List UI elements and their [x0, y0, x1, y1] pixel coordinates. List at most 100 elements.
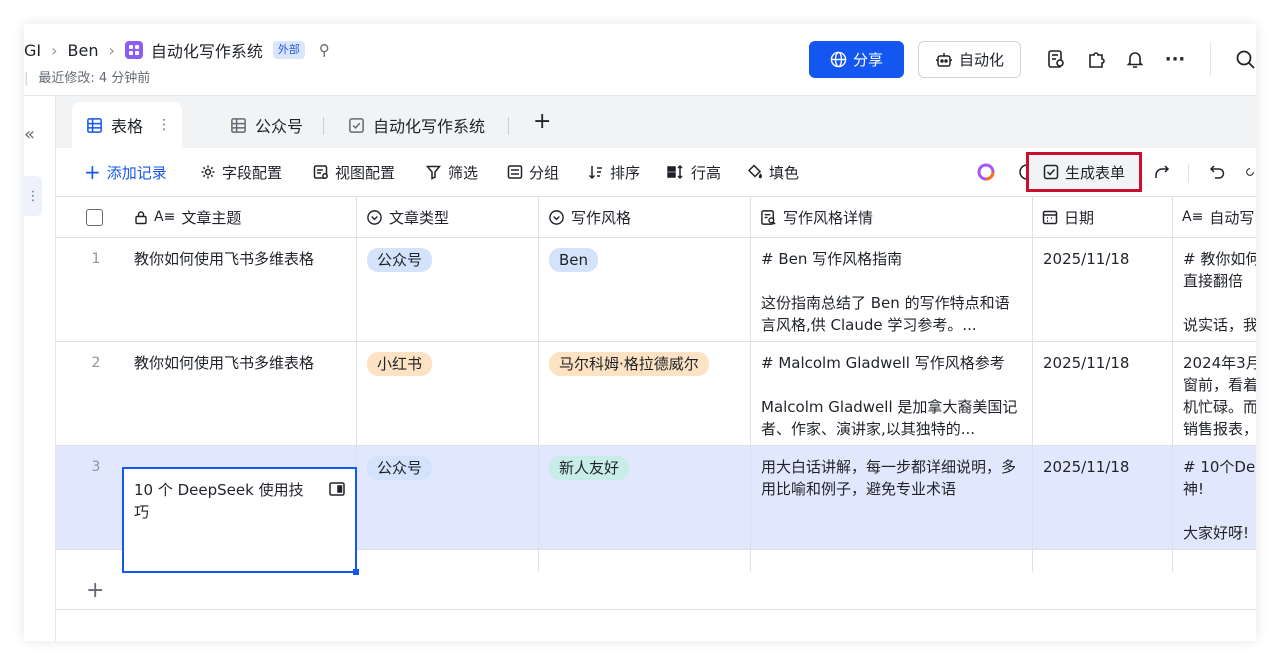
fill-color-label: 填色 — [769, 163, 800, 182]
cell-style[interactable]: Ben — [539, 238, 751, 341]
select-all-checkbox[interactable] — [86, 208, 106, 226]
column-header-style[interactable]: 写作风格 — [540, 197, 750, 237]
column-label: 写作风格详情 — [783, 208, 874, 227]
cell-style[interactable]: 新人友好 — [539, 446, 751, 549]
cell-topic[interactable]: 教你如何使用飞书多维表格 — [124, 238, 356, 341]
tab-automation-system[interactable]: 自动化写作系统 — [348, 102, 485, 148]
document-list-icon[interactable] — [1045, 48, 1067, 70]
column-divider[interactable] — [538, 196, 539, 572]
divider — [508, 117, 509, 135]
add-row-icon[interactable]: + — [86, 578, 104, 603]
single-select-icon — [366, 209, 383, 226]
add-record-button[interactable]: + 添加记录 — [84, 161, 167, 183]
tab-table[interactable]: 表格 ⋮ — [72, 102, 182, 148]
group-button[interactable]: 分组 — [507, 161, 559, 183]
auto-line: 说实话，我 — [1183, 316, 1256, 334]
breadcrumb-item-ben[interactable]: Ben — [68, 41, 99, 60]
plugin-icon[interactable] — [1085, 48, 1107, 70]
cell-detail[interactable]: # Ben 写作风格指南 这份指南总结了 Ben 的写作特点和语言风格,供 Cl… — [751, 238, 1033, 341]
divider — [1210, 42, 1211, 76]
share-out-icon[interactable] — [1151, 161, 1173, 183]
cell-auto[interactable]: # 10个Dee 神! 大家好呀! — [1173, 446, 1256, 549]
cell-detail[interactable]: # Malcolm Gladwell 写作风格参考 Malcolm Gladwe… — [751, 342, 1033, 445]
column-header-type[interactable]: 文章类型 — [358, 197, 538, 237]
row-height-button[interactable]: 行高 — [667, 161, 721, 183]
column-label: 日期 — [1064, 208, 1095, 227]
paint-bucket-icon — [747, 164, 763, 180]
table-row[interactable]: 2 教你如何使用飞书多维表格 小红书 马尔科姆·格拉德威尔 # Malcolm … — [56, 342, 1256, 446]
tab-gongzhonghao[interactable]: 公众号 — [230, 102, 303, 148]
cell-topic[interactable]: 教你如何使用飞书多维表格 — [124, 342, 356, 445]
add-row-bar[interactable]: + — [56, 572, 1256, 610]
undo-icon[interactable] — [1206, 161, 1228, 183]
cell-type[interactable]: 公众号 — [357, 238, 539, 341]
tab-more-icon[interactable]: ⋮ — [157, 117, 171, 133]
redo-icon[interactable] — [1244, 161, 1256, 183]
share-button[interactable]: 分享 — [809, 41, 904, 78]
divider — [323, 117, 324, 135]
breadcrumb: GI › Ben › 自动化写作系统 外部 ⚲ — [24, 38, 330, 62]
top-header: GI › Ben › 自动化写作系统 外部 ⚲ | 最近修改: 4 分钟前 分享 … — [24, 24, 1256, 96]
field-config-label: 字段配置 — [222, 163, 283, 182]
tag-chip: Ben — [549, 248, 599, 272]
document-title[interactable]: 自动化写作系统 — [151, 38, 263, 62]
cell-date[interactable]: 2025/11/18 — [1033, 446, 1173, 549]
auto-line: 2024年3月 — [1183, 354, 1256, 372]
lock-icon — [134, 210, 148, 225]
generate-form-button[interactable]: 生成表单 — [1026, 152, 1142, 192]
search-icon[interactable] — [1234, 48, 1256, 70]
detail-heading: # Ben 写作风格指南 — [761, 250, 903, 268]
cell-type[interactable]: 公众号 — [357, 446, 539, 549]
chevron-right-icon: › — [108, 40, 115, 60]
field-config-button[interactable]: 字段配置 — [200, 161, 282, 183]
grid-table-icon — [230, 117, 247, 134]
automation-button[interactable]: 自动化 — [918, 41, 1021, 78]
group-icon — [507, 164, 523, 180]
bell-icon[interactable] — [1124, 48, 1146, 70]
sidebar-handle-icon[interactable]: ⋮ — [24, 176, 42, 216]
sort-label: 排序 — [610, 163, 641, 182]
filter-label: 筛选 — [448, 163, 479, 182]
column-divider[interactable] — [750, 196, 751, 572]
filter-button[interactable]: 筛选 — [426, 161, 478, 183]
detail-body: 这份指南总结了 Ben 的写作特点和语言风格,供 Claude 学习参考。... — [761, 294, 1010, 334]
column-header-date[interactable]: 日期 — [1034, 197, 1172, 237]
app-window: GI › Ben › 自动化写作系统 外部 ⚲ | 最近修改: 4 分钟前 分享 … — [24, 24, 1256, 641]
cell-topic-focused[interactable]: 10 个 DeepSeek 使用技巧 — [122, 467, 359, 575]
automation-label: 自动化 — [958, 51, 1004, 69]
column-label: 写作风格 — [571, 208, 632, 227]
column-header-topic[interactable]: A≡ 文章主题 — [126, 197, 356, 237]
cell-detail[interactable]: 用大白话讲解，每一步都详细说明，多用比喻和例子，避免专业术语 — [751, 446, 1033, 549]
collapse-sidebar-icon[interactable]: « — [24, 124, 35, 145]
column-divider[interactable] — [1172, 196, 1173, 572]
table-row[interactable]: 1 教你如何使用飞书多维表格 公众号 Ben # Ben 写作风格指南 这份指南… — [56, 238, 1256, 342]
cell-topic-text[interactable]: 10 个 DeepSeek 使用技巧 — [124, 469, 355, 533]
cell-auto[interactable]: 2024年3月 窗前，看着 机忙碌。而 销售报表， — [1173, 342, 1256, 445]
tag-chip: 公众号 — [367, 456, 433, 480]
pin-icon[interactable]: ⚲ — [319, 41, 330, 59]
add-record-label: 添加记录 — [106, 163, 167, 182]
auto-line: 大家好呀! — [1183, 524, 1250, 542]
more-icon[interactable]: ··· — [1164, 48, 1186, 70]
column-header-detail[interactable]: 写作风格详情 — [752, 197, 1032, 237]
expand-record-icon[interactable] — [329, 481, 345, 500]
sort-button[interactable]: 排序 — [588, 161, 640, 183]
column-label: 文章类型 — [389, 208, 450, 227]
cell-date[interactable]: 2025/11/18 — [1033, 342, 1173, 445]
add-view-button[interactable]: + — [533, 111, 551, 133]
fill-color-button[interactable]: 填色 — [747, 161, 799, 183]
generate-form-label: 生成表单 — [1064, 163, 1125, 182]
ai-assistant-icon[interactable] — [975, 161, 997, 183]
column-divider[interactable] — [1032, 196, 1033, 572]
breadcrumb-item-root[interactable]: GI — [24, 41, 41, 60]
chevron-right-icon: › — [51, 40, 58, 60]
cell-style[interactable]: 马尔科姆·格拉德威尔 — [539, 342, 751, 445]
column-header-auto[interactable]: A≡ 自动写 — [1174, 197, 1256, 237]
cell-date[interactable]: 2025/11/18 — [1033, 238, 1173, 341]
view-config-button[interactable]: 视图配置 — [313, 161, 395, 183]
tag-chip: 小红书 — [367, 352, 433, 376]
cell-type[interactable]: 小红书 — [357, 342, 539, 445]
cell-auto[interactable]: # 教你如何 直接翻倍 说实话，我 — [1173, 238, 1256, 341]
